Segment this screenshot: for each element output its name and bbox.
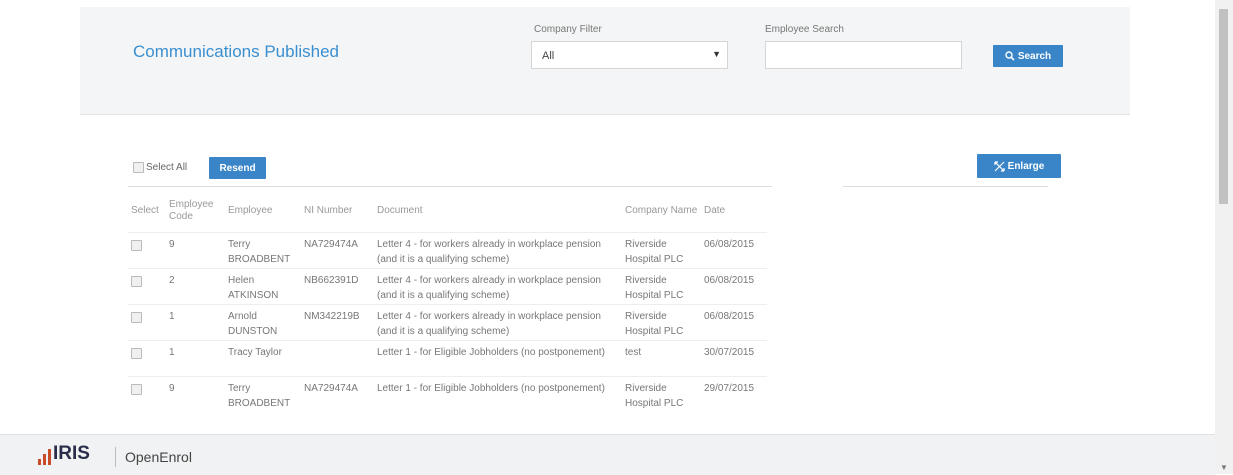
document-cell: Letter 4 - for workers already in workpl… xyxy=(377,275,601,301)
vertical-scrollbar[interactable]: ▼ xyxy=(1215,0,1233,474)
column-header-select: Select xyxy=(131,205,159,216)
ni-number-cell xyxy=(301,341,374,377)
employee-cell: Terry BROADBENT xyxy=(228,383,291,409)
employee-code-cell: 2 xyxy=(169,275,175,286)
document-cell: Letter 1 - for Eligible Jobholders (no p… xyxy=(377,383,605,394)
table-header-row: Select Employee Code Employee NI Number … xyxy=(128,190,767,233)
column-header-employee-code: Employee Code xyxy=(169,199,214,222)
company-filter-label: Company Filter xyxy=(534,24,602,35)
search-icon xyxy=(1005,51,1015,61)
document-cell: Letter 1 - for Eligible Jobholders (no p… xyxy=(377,347,605,358)
employee-code-cell: 1 xyxy=(169,311,175,322)
footer-bar: IRIS OpenEnrol xyxy=(0,434,1215,475)
row-select-checkbox[interactable] xyxy=(131,312,142,323)
iris-logo: IRIS xyxy=(38,443,90,465)
communications-table: Select Employee Code Employee NI Number … xyxy=(128,190,767,413)
caret-down-icon: ▼ xyxy=(712,49,721,59)
employee-cell: Helen ATKINSON xyxy=(228,275,279,301)
logo-text: IRIS xyxy=(53,443,90,464)
resend-button[interactable]: Resend xyxy=(209,157,266,179)
table-row: 1 Tracy Taylor Letter 1 - for Eligible J… xyxy=(128,340,767,377)
company-name-cell: Riverside Hospital PLC xyxy=(625,383,684,409)
ni-number-cell: NB662391D xyxy=(304,275,359,286)
row-select-checkbox[interactable] xyxy=(131,384,142,395)
employee-cell: Tracy Taylor xyxy=(228,347,282,358)
document-cell: Letter 4 - for workers already in workpl… xyxy=(377,239,601,265)
employee-cell: Arnold DUNSTON xyxy=(228,311,278,337)
employee-search-label: Employee Search xyxy=(765,24,844,35)
date-cell: 29/07/2015 xyxy=(704,383,755,394)
column-header-document: Document xyxy=(377,205,423,216)
ni-number-cell: NM342219B xyxy=(304,311,360,322)
page-title: Communications Published xyxy=(133,42,339,61)
column-header-employee: Employee xyxy=(228,205,273,216)
preview-divider xyxy=(843,186,1048,187)
date-cell: 06/08/2015 xyxy=(704,239,755,250)
column-header-company-name: Company Name xyxy=(625,205,698,216)
row-select-checkbox[interactable] xyxy=(131,348,142,359)
row-select-checkbox[interactable] xyxy=(131,240,142,251)
table-row: 9 Terry BROADBENT NA729474A Letter 4 - f… xyxy=(128,232,767,269)
company-name-cell: test xyxy=(625,347,642,358)
employee-code-cell: 9 xyxy=(169,239,175,250)
company-name-cell: Riverside Hospital PLC xyxy=(625,239,684,265)
filter-panel: Communications Published Company Filter … xyxy=(80,7,1130,115)
logo-bars-icon xyxy=(38,447,51,465)
company-filter-value: All xyxy=(542,50,555,62)
select-all-checkbox[interactable] xyxy=(133,162,144,173)
ni-number-cell: NA729474A xyxy=(304,383,358,394)
select-all[interactable]: Select All xyxy=(133,162,187,173)
product-name: OpenEnrol xyxy=(125,449,192,465)
employee-code-cell: 9 xyxy=(169,383,175,394)
enlarge-button-label: Enlarge xyxy=(1007,160,1045,172)
date-cell: 06/08/2015 xyxy=(704,311,755,322)
employee-cell: Terry BROADBENT xyxy=(228,239,291,265)
employee-code-cell: 1 xyxy=(169,347,175,358)
date-cell: 06/08/2015 xyxy=(704,275,755,286)
scrollbar-thumb[interactable] xyxy=(1219,9,1228,204)
column-header-ni-number: NI Number xyxy=(304,205,353,216)
table-row: 9 Terry BROADBENT NA729474A Letter 1 - f… xyxy=(128,376,767,413)
table-row: 2 Helen ATKINSON NB662391D Letter 4 - fo… xyxy=(128,268,767,305)
employee-search-input[interactable] xyxy=(765,41,962,69)
footer-divider xyxy=(115,447,116,467)
resend-button-label: Resend xyxy=(219,162,256,174)
table-row: 1 Arnold DUNSTON NM342219B Letter 4 - fo… xyxy=(128,304,767,341)
enlarge-button[interactable]: Enlarge xyxy=(977,154,1061,178)
row-select-checkbox[interactable] xyxy=(131,276,142,287)
company-name-cell: Riverside Hospital PLC xyxy=(625,311,684,337)
document-cell: Letter 4 - for workers already in workpl… xyxy=(377,311,601,337)
date-cell: 30/07/2015 xyxy=(704,347,755,358)
column-header-date: Date xyxy=(704,205,726,216)
company-name-cell: Riverside Hospital PLC xyxy=(625,275,684,301)
company-filter-select[interactable]: All ▼ xyxy=(531,41,728,69)
search-button[interactable]: Search xyxy=(993,45,1063,67)
select-all-label: Select All xyxy=(146,162,188,173)
ni-number-cell: NA729474A xyxy=(304,239,358,250)
table-top-divider xyxy=(128,186,772,187)
search-button-label: Search xyxy=(1017,50,1052,62)
scroll-down-arrow-icon[interactable]: ▼ xyxy=(1220,463,1228,472)
expand-icon xyxy=(994,160,1005,172)
